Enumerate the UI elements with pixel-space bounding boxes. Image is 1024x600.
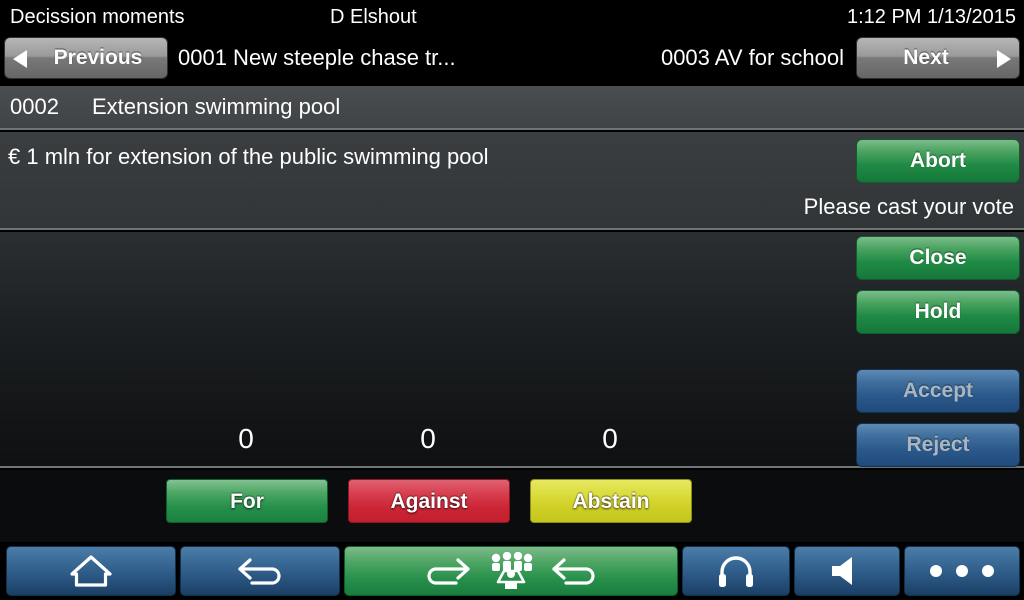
abort-button[interactable]: Abort (856, 139, 1020, 183)
app-title: Decission moments (10, 6, 185, 28)
current-user-label: D Elshout (330, 6, 417, 28)
more-options-button[interactable] (904, 546, 1020, 596)
voting-terminal-screen: Decission moments D Elshout 1:12 PM 1/13… (0, 0, 1024, 600)
group-people-icon (491, 552, 533, 589)
bottom-toolbar (0, 542, 1024, 600)
transfer-to-group-button[interactable] (344, 546, 678, 596)
status-bar: Decission moments D Elshout 1:12 PM 1/13… (0, 0, 1024, 34)
vote-against-button[interactable]: Against (348, 479, 510, 523)
abstain-count: 0 (602, 423, 618, 454)
for-count: 0 (238, 423, 254, 454)
previous-button-label: Previous (53, 46, 143, 69)
navigation-bar: Previous 0001 New steeple chase tr... 00… (0, 34, 1024, 82)
accept-button[interactable]: Accept (856, 369, 1020, 413)
clock-label: 1:12 PM 1/13/2015 (846, 6, 1016, 28)
vote-counters: 0 0 0 (166, 418, 692, 460)
previous-item-label[interactable]: 0001 New steeple chase tr... (178, 34, 456, 82)
item-title: Extension swimming pool (92, 94, 341, 119)
vote-abstain-button[interactable]: Abstain (530, 479, 692, 523)
next-button-label: Next (903, 46, 949, 69)
previous-button[interactable]: Previous (4, 37, 168, 79)
arrow-back-icon (552, 558, 595, 585)
more-dots-icon (930, 565, 994, 577)
triangle-left-icon (13, 50, 27, 68)
against-count: 0 (420, 423, 436, 454)
back-button[interactable] (180, 546, 340, 596)
speaker-button[interactable] (794, 546, 900, 596)
vote-button-bar: For Against Abstain (0, 470, 1024, 542)
speaker-icon (832, 557, 852, 585)
home-button[interactable] (6, 546, 176, 596)
headset-button[interactable] (682, 546, 790, 596)
close-button[interactable]: Close (856, 236, 1020, 280)
headphones-icon (719, 556, 753, 587)
next-item-label[interactable]: 0003 AV for school (661, 34, 844, 82)
item-number: 0002 (10, 94, 59, 119)
home-icon (70, 555, 112, 587)
arrow-back-icon (238, 558, 281, 585)
item-title-row: 0002 Extension swimming pool (0, 86, 1024, 130)
triangle-right-icon (997, 50, 1011, 68)
item-description: € 1 mln for extension of the public swim… (8, 144, 489, 169)
vote-for-button[interactable]: For (166, 479, 328, 523)
arrow-forward-icon (427, 558, 470, 585)
hold-button[interactable]: Hold (856, 290, 1020, 334)
reject-button[interactable]: Reject (856, 423, 1020, 467)
status-message: Please cast your vote (803, 194, 1014, 219)
next-button[interactable]: Next (856, 37, 1020, 79)
